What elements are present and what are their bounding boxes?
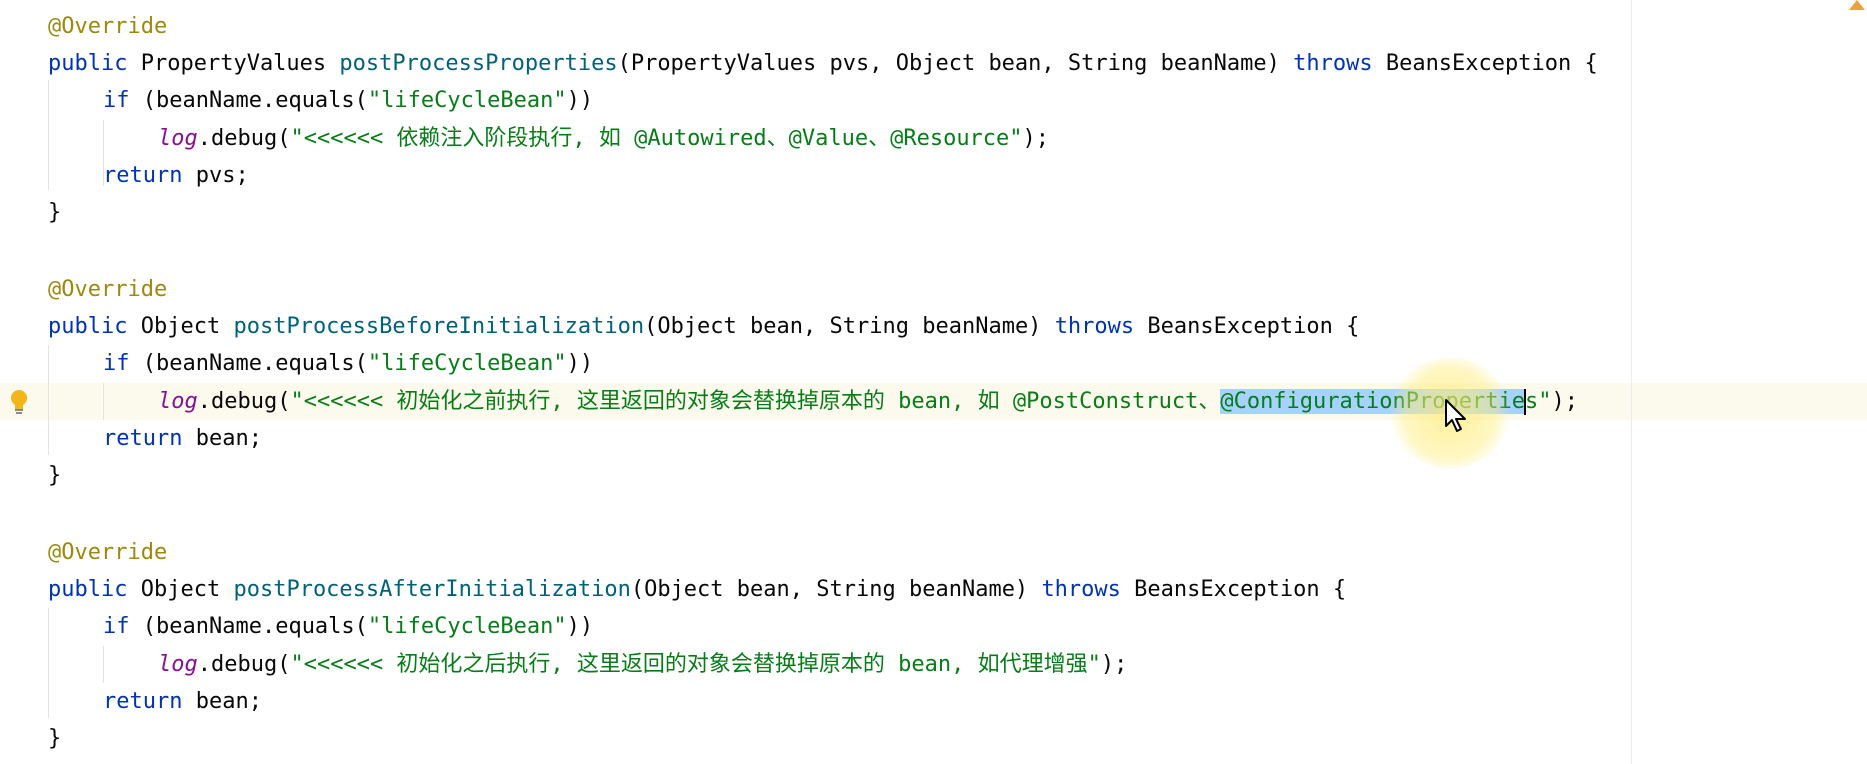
annotation-line[interactable]: @Override — [48, 534, 167, 571]
if-line[interactable]: if (beanName.equals("lifeCycleBean")) — [103, 82, 593, 119]
log-line[interactable]: log.debug("<<<<<< 依赖注入阶段执行, 如 @Autowired… — [158, 120, 1049, 157]
override-annotation: @Override — [48, 277, 168, 302]
debug-call: .debug( — [197, 126, 291, 151]
exception-type: BeansException { — [1385, 51, 1598, 76]
exception-type: BeansException { — [1147, 314, 1360, 339]
if-close: )) — [566, 614, 594, 639]
keyword-return: return — [103, 426, 183, 451]
override-annotation: @Override — [48, 14, 168, 39]
indent-guide — [103, 383, 104, 420]
return-type: Object — [140, 314, 221, 339]
closing-brace-line[interactable]: } — [48, 720, 61, 757]
debug-call: .debug( — [197, 389, 291, 414]
log-field: log — [158, 652, 198, 677]
closing-brace-line[interactable]: } — [48, 194, 61, 231]
warning-marker-icon[interactable] — [1849, 0, 1865, 10]
indent-guide — [103, 646, 104, 683]
method-name: postProcessBeforeInitialization — [233, 314, 645, 339]
closing-brace: } — [48, 463, 62, 488]
right-margin-guide — [1631, 0, 1632, 764]
exception-type: BeansException { — [1134, 577, 1347, 602]
return-line[interactable]: return bean; — [103, 683, 262, 720]
log-message: "<<<<<< 依赖注入阶段执行, 如 @Autowired、@Value、@R… — [290, 126, 1023, 151]
keyword-public: public — [48, 577, 128, 602]
return-value: bean; — [195, 689, 262, 714]
log-message: "<<<<<< 初始化之后执行, 这里返回的对象会替换掉原本的 bean, 如代… — [290, 652, 1101, 677]
keyword-throws: throws — [1293, 51, 1373, 76]
debug-call: .debug( — [197, 652, 291, 677]
keyword-if: if — [103, 614, 130, 639]
annotation-line[interactable]: @Override — [48, 8, 167, 45]
keyword-if: if — [103, 351, 130, 376]
keyword-return: return — [103, 689, 183, 714]
keyword-if: if — [103, 88, 130, 113]
annotation-line[interactable]: @Override — [48, 271, 167, 308]
if-condition: (beanName.equals( — [142, 614, 368, 639]
log-field: log — [158, 389, 198, 414]
string-literal: "lifeCycleBean" — [367, 614, 567, 639]
if-close: )) — [566, 351, 594, 376]
log-line-current[interactable]: log.debug("<<<<<< 初始化之前执行, 这里返回的对象会替换掉原本… — [158, 383, 1578, 420]
keyword-throws: throws — [1054, 314, 1135, 339]
return-type: Object — [140, 577, 221, 602]
keyword-public: public — [48, 51, 128, 76]
method-name: postProcessProperties — [339, 51, 618, 76]
if-line[interactable]: if (beanName.equals("lifeCycleBean")) — [103, 345, 593, 382]
keyword-throws: throws — [1041, 577, 1121, 602]
string-literal: "lifeCycleBean" — [367, 351, 567, 376]
if-condition: (beanName.equals( — [142, 351, 368, 376]
return-value: pvs; — [195, 163, 249, 188]
lightbulb-icon[interactable] — [8, 388, 30, 416]
statement-end: ); — [1551, 389, 1578, 414]
method-params: (Object bean, String beanName) — [644, 314, 1042, 339]
string-literal: "lifeCycleBean" — [367, 88, 567, 113]
statement-end: ); — [1100, 652, 1128, 677]
log-field: log — [158, 126, 198, 151]
log-message-end: s" — [1524, 389, 1552, 414]
return-line[interactable]: return pvs; — [103, 157, 249, 194]
return-value: bean; — [195, 426, 262, 451]
statement-end: ); — [1022, 126, 1050, 151]
keyword-public: public — [48, 314, 128, 339]
if-condition: (beanName.equals( — [142, 88, 368, 113]
return-line[interactable]: return bean; — [103, 420, 262, 457]
code-editor[interactable]: @Override public PropertyValues postProc… — [0, 0, 1867, 764]
override-annotation: @Override — [48, 540, 168, 565]
method-params: (Object bean, String beanName) — [630, 577, 1029, 602]
log-message: "<<<<<< 初始化之前执行, 这里返回的对象会替换掉原本的 bean, 如 … — [290, 389, 1221, 414]
method-signature-line[interactable]: public PropertyValues postProcessPropert… — [48, 45, 1598, 82]
method-signature-line[interactable]: public Object postProcessBeforeInitializ… — [48, 308, 1359, 345]
indent-guide — [48, 345, 49, 455]
indent-guide — [48, 608, 49, 718]
keyword-return: return — [103, 163, 183, 188]
indent-guide — [48, 80, 49, 190]
method-signature-line[interactable]: public Object postProcessAfterInitializa… — [48, 571, 1346, 608]
closing-brace: } — [48, 726, 62, 751]
method-name: postProcessAfterInitialization — [233, 577, 631, 602]
method-params: (PropertyValues pvs, Object bean, String… — [617, 51, 1280, 76]
return-type: PropertyValues — [140, 51, 327, 76]
closing-brace: } — [48, 200, 62, 225]
log-line[interactable]: log.debug("<<<<<< 初始化之后执行, 这里返回的对象会替换掉原本… — [158, 646, 1127, 683]
if-line[interactable]: if (beanName.equals("lifeCycleBean")) — [103, 608, 593, 645]
if-close: )) — [566, 88, 594, 113]
mouse-cursor-icon — [1445, 399, 1466, 432]
closing-brace-line[interactable]: } — [48, 457, 61, 494]
